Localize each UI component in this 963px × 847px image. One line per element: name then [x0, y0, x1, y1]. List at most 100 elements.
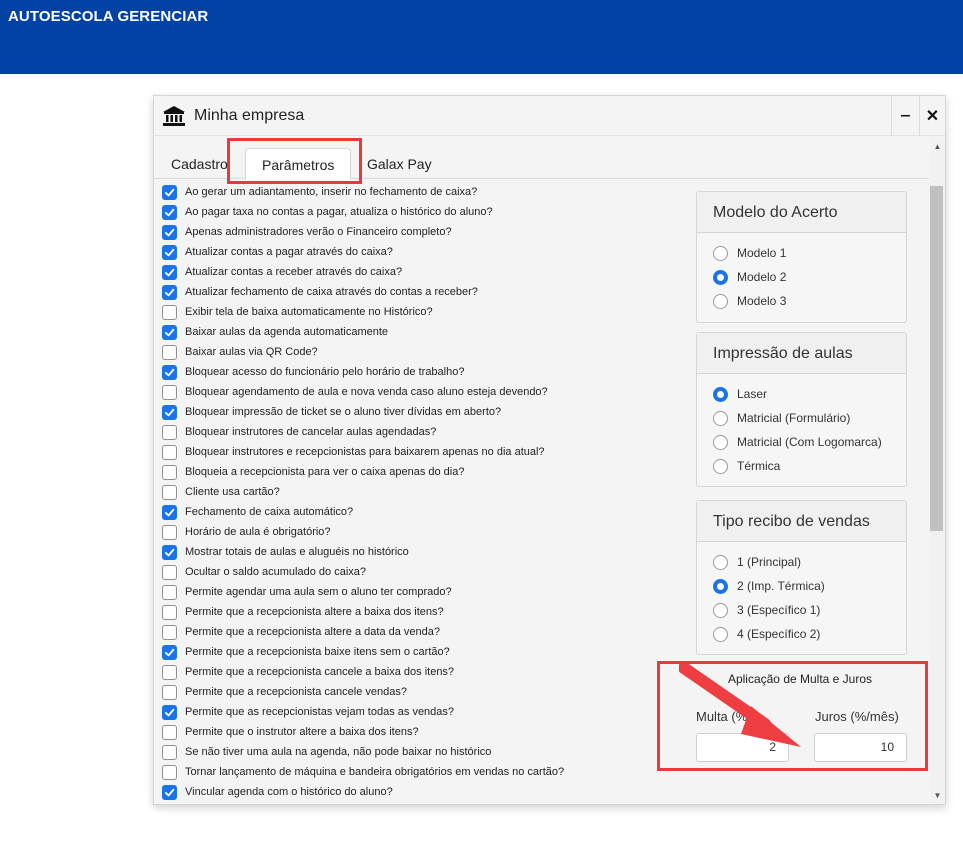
- option-label[interactable]: Bloquear acesso do funcionário pelo horá…: [185, 366, 464, 378]
- checkbox-checked[interactable]: [162, 704, 177, 720]
- checkbox-checked[interactable]: [162, 184, 177, 200]
- radio-unselected[interactable]: [713, 458, 728, 474]
- scroll-up-icon[interactable]: ▲: [930, 140, 945, 154]
- radio-option[interactable]: 2 (Imp. Térmica): [713, 574, 906, 598]
- option-label[interactable]: Ao gerar um adiantamento, inserir no fec…: [185, 186, 477, 198]
- option-row: Cliente usa cartão?: [162, 482, 682, 502]
- checkbox-unchecked[interactable]: [162, 304, 177, 320]
- checkbox-unchecked[interactable]: [162, 464, 177, 480]
- option-label[interactable]: Apenas administradores verão o Financeir…: [185, 226, 452, 238]
- option-label[interactable]: Bloquear instrutores e recepcionistas pa…: [185, 446, 545, 458]
- radio-option[interactable]: Matricial (Com Logomarca): [713, 430, 906, 454]
- option-label[interactable]: Permite que a recepcionista baixe itens …: [185, 646, 450, 658]
- option-label[interactable]: Atualizar fechamento de caixa através do…: [185, 286, 478, 298]
- checkbox-checked[interactable]: [162, 644, 177, 660]
- option-label[interactable]: Exibir tela de baixa automaticamente no …: [185, 306, 433, 318]
- option-label[interactable]: Fechamento de caixa automático?: [185, 506, 353, 518]
- radio-unselected[interactable]: [713, 554, 728, 570]
- option-label[interactable]: Permite agendar uma aula sem o aluno ter…: [185, 586, 452, 598]
- checkbox-unchecked[interactable]: [162, 444, 177, 460]
- juros-label: Juros (%/mês): [815, 709, 899, 724]
- checkbox-unchecked[interactable]: [162, 344, 177, 360]
- checkbox-checked[interactable]: [162, 244, 177, 260]
- radio-unselected[interactable]: [713, 626, 728, 642]
- checkbox-unchecked[interactable]: [162, 484, 177, 500]
- checkbox-checked[interactable]: [162, 504, 177, 520]
- option-row: Bloqueia a recepcionista para ver o caix…: [162, 462, 682, 482]
- checkbox-checked[interactable]: [162, 404, 177, 420]
- option-label[interactable]: Se não tiver uma aula na agenda, não pod…: [185, 746, 491, 758]
- radio-group: Laser Matricial (Formulário) Matricial (Co…: [697, 374, 906, 478]
- checkbox-unchecked[interactable]: [162, 564, 177, 580]
- option-label[interactable]: Cliente usa cartão?: [185, 486, 280, 498]
- radio-option[interactable]: Laser: [713, 382, 906, 406]
- checkbox-unchecked[interactable]: [162, 724, 177, 740]
- option-label[interactable]: Atualizar contas a pagar através do caix…: [185, 246, 393, 258]
- radio-unselected[interactable]: [713, 410, 728, 426]
- checkbox-unchecked[interactable]: [162, 744, 177, 760]
- radio-option[interactable]: 4 (Específico 2): [713, 622, 906, 646]
- radio-selected[interactable]: [713, 578, 728, 594]
- checkbox-checked[interactable]: [162, 324, 177, 340]
- radio-option[interactable]: Modelo 2: [713, 265, 906, 289]
- option-label[interactable]: Permite que o instrutor altere a baixa d…: [185, 726, 419, 738]
- option-label[interactable]: Bloquear agendamento de aula e nova vend…: [185, 386, 548, 398]
- radio-unselected[interactable]: [713, 245, 728, 261]
- radio-option[interactable]: Modelo 3: [713, 289, 906, 313]
- checkbox-checked[interactable]: [162, 784, 177, 800]
- option-label[interactable]: Permite que a recepcionista altere a bai…: [185, 606, 444, 618]
- checkbox-unchecked[interactable]: [162, 764, 177, 780]
- option-label[interactable]: Permite que a recepcionista altere a dat…: [185, 626, 440, 638]
- option-row: Baixar aulas via QR Code?: [162, 342, 682, 362]
- checkbox-unchecked[interactable]: [162, 524, 177, 540]
- tab-cadastro[interactable]: Cadastro: [155, 148, 244, 179]
- option-label[interactable]: Mostrar totais de aulas e aluguéis no hi…: [185, 546, 409, 558]
- option-label[interactable]: Horário de aula é obrigatório?: [185, 526, 331, 538]
- option-label[interactable]: Atualizar contas a receber através do ca…: [185, 266, 402, 278]
- option-label[interactable]: Vincular agenda com o histórico do aluno…: [185, 786, 393, 798]
- close-button[interactable]: ✕: [919, 96, 945, 136]
- tab-parametros[interactable]: Parâmetros: [245, 148, 352, 180]
- option-label[interactable]: Baixar aulas via QR Code?: [185, 346, 318, 358]
- radio-unselected[interactable]: [713, 434, 728, 450]
- radio-option[interactable]: Modelo 1: [713, 241, 906, 265]
- checkbox-unchecked[interactable]: [162, 424, 177, 440]
- option-label[interactable]: Bloqueia a recepcionista para ver o caix…: [185, 466, 464, 478]
- radio-selected[interactable]: [713, 386, 728, 402]
- scrollbar-thumb[interactable]: [930, 186, 943, 531]
- option-label[interactable]: Permite que a recepcionista cancele a ba…: [185, 666, 454, 678]
- checkbox-checked[interactable]: [162, 224, 177, 240]
- checkbox-unchecked[interactable]: [162, 584, 177, 600]
- tab-galax-pay[interactable]: Galax Pay: [351, 148, 448, 179]
- checkbox-checked[interactable]: [162, 284, 177, 300]
- radio-option[interactable]: Térmica: [713, 454, 906, 478]
- juros-input[interactable]: 10: [814, 733, 907, 762]
- scroll-down-icon[interactable]: ▼: [930, 789, 945, 803]
- option-label[interactable]: Bloquear instrutores de cancelar aulas a…: [185, 426, 436, 438]
- checkbox-unchecked[interactable]: [162, 384, 177, 400]
- checkbox-checked[interactable]: [162, 544, 177, 560]
- checkbox-unchecked[interactable]: [162, 684, 177, 700]
- radio-option[interactable]: 1 (Principal): [713, 550, 906, 574]
- radio-selected[interactable]: [713, 269, 728, 285]
- radio-option[interactable]: 3 (Específico 1): [713, 598, 906, 622]
- option-label[interactable]: Tornar lançamento de máquina e bandeira …: [185, 766, 564, 778]
- radio-label: Modelo 2: [737, 270, 787, 284]
- checkbox-checked[interactable]: [162, 264, 177, 280]
- checkbox-unchecked[interactable]: [162, 664, 177, 680]
- option-label[interactable]: Bloquear impressão de ticket se o aluno …: [185, 406, 501, 418]
- radio-unselected[interactable]: [713, 293, 728, 309]
- minimize-button[interactable]: ‒: [891, 96, 919, 136]
- checkbox-checked[interactable]: [162, 204, 177, 220]
- option-label[interactable]: Ao pagar taxa no contas a pagar, atualiz…: [185, 206, 493, 218]
- option-label[interactable]: Baixar aulas da agenda automaticamente: [185, 326, 388, 338]
- radio-unselected[interactable]: [713, 602, 728, 618]
- option-label[interactable]: Permite que as recepcionistas vejam toda…: [185, 706, 454, 718]
- option-label[interactable]: Permite que a recepcionista cancele vend…: [185, 686, 407, 698]
- checkbox-unchecked[interactable]: [162, 604, 177, 620]
- checkbox-checked[interactable]: [162, 364, 177, 380]
- radio-option[interactable]: Matricial (Formulário): [713, 406, 906, 430]
- checkbox-unchecked[interactable]: [162, 624, 177, 640]
- parameters-checklist: Ao gerar um adiantamento, inserir no fec…: [162, 182, 682, 802]
- option-label[interactable]: Ocultar o saldo acumulado do caixa?: [185, 566, 366, 578]
